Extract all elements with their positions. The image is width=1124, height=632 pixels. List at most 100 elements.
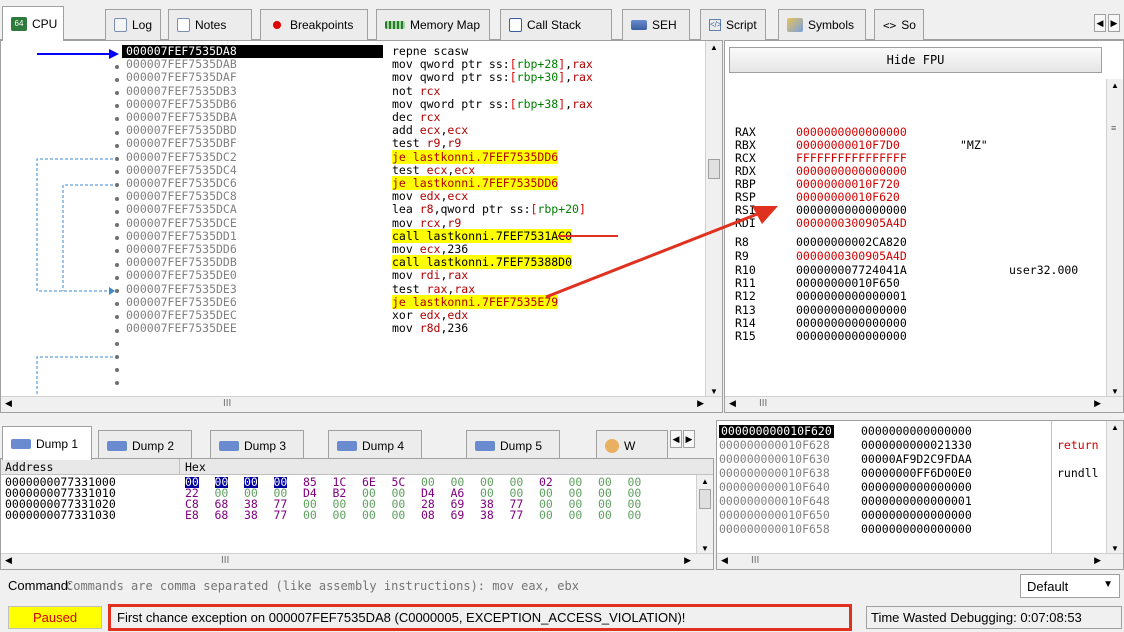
disasm-instruction[interactable]: test rax,rax: [392, 282, 475, 296]
disasm-instruction[interactable]: mov edx,ecx: [392, 189, 468, 203]
disasm-instruction[interactable]: mov rcx,r9: [392, 216, 461, 230]
register-value[interactable]: 0000000000000000: [796, 164, 907, 178]
register-value[interactable]: 000000007724041A: [796, 263, 907, 277]
command-mode-select[interactable]: Default ▼: [1020, 574, 1120, 598]
register-value[interactable]: FFFFFFFFFFFFFFFF: [796, 151, 907, 165]
disasm-instruction[interactable]: call lastkonni.7FEF7531AC0: [392, 228, 573, 243]
tab-dump-4[interactable]: Dump 4: [328, 430, 422, 460]
stack-value[interactable]: 00000000FF6D00E0: [861, 466, 972, 480]
register-value[interactable]: 0000000000000000: [796, 203, 907, 217]
disassembly-pane[interactable]: 000007FEF7535DA8 repne scasw 000007FEF7535…: [0, 40, 723, 413]
disasm-address[interactable]: 000007FEF7535DC4: [126, 163, 237, 177]
column-header-hex[interactable]: Hex: [185, 460, 206, 474]
stack-address[interactable]: 000000000010F658: [719, 522, 830, 536]
register-name[interactable]: RDI: [735, 216, 756, 230]
disasm-address[interactable]: 000007FEF7535DAB: [126, 57, 237, 71]
tab-cpu[interactable]: 64 CPU: [2, 6, 64, 41]
disasm-address[interactable]: 000007FEF7535DB3: [126, 84, 237, 98]
dump-address[interactable]: 0000000077331030: [5, 509, 116, 521]
tab-call-stack[interactable]: Call Stack: [500, 9, 612, 40]
disasm-instruction[interactable]: mov rdi,rax: [392, 269, 468, 282]
register-name[interactable]: RDX: [735, 164, 756, 178]
dump-byte[interactable]: 00: [628, 509, 642, 521]
dump-byte[interactable]: 00: [362, 509, 376, 521]
dump-byte[interactable]: 00: [333, 509, 347, 521]
register-name[interactable]: RCX: [735, 151, 756, 165]
register-value[interactable]: 00000000010F650: [796, 276, 900, 290]
disasm-address[interactable]: 000007FEF7535DE3: [126, 282, 237, 296]
disassembly-vertical-scrollbar[interactable]: ▲ ▼: [705, 41, 722, 398]
disasm-instruction[interactable]: lea r8,qword ptr ss:[rbp+20]: [392, 203, 586, 216]
dump-byte[interactable]: 00: [598, 509, 612, 521]
dump-byte[interactable]: 38: [480, 509, 494, 521]
dump-byte[interactable]: 77: [510, 509, 524, 521]
stack-value[interactable]: 0000000000000001: [861, 494, 972, 508]
stack-value[interactable]: 0000000000000000: [861, 480, 972, 494]
stack-horizontal-scrollbar[interactable]: ◀ III ▶: [717, 553, 1123, 569]
disasm-instruction[interactable]: je lastkonni.7FEF7535E79: [392, 294, 559, 309]
hide-fpu-button[interactable]: Hide FPU: [729, 47, 1102, 73]
register-value[interactable]: 0000000000000000: [796, 125, 907, 139]
disasm-instruction[interactable]: call lastkonni.7FEF75388D0: [392, 255, 573, 270]
disasm-instruction[interactable]: mov qword ptr ss:[rbp+28],rax: [392, 57, 593, 71]
register-name[interactable]: R9: [735, 249, 749, 263]
disasm-address[interactable]: 000007FEF7535DE6: [126, 295, 237, 309]
disassembly-horizontal-scrollbar[interactable]: ◀ III ▶: [1, 396, 722, 412]
registers-vertical-scrollbar[interactable]: ▲ ≡ ▼: [1106, 79, 1123, 398]
hex-dump-pane[interactable]: Address Hex 0000000077331000 00 00 00 00 85 1C…: [0, 458, 714, 570]
stack-value[interactable]: 0000000000000000: [861, 424, 972, 438]
registers-pane[interactable]: Hide FPU RAX 0000000000000000 RBX 000000000…: [724, 40, 1124, 413]
tab-breakpoints[interactable]: Breakpoints: [260, 9, 368, 40]
stack-address[interactable]: 000000000010F620: [719, 424, 834, 439]
disasm-address[interactable]: 000007FEF7535DC8: [126, 189, 237, 203]
tab-scroll-right-button[interactable]: ▶: [1108, 14, 1120, 32]
dump-byte[interactable]: 00: [303, 509, 317, 521]
disasm-address[interactable]: 000007FEF7535DE0: [126, 269, 237, 282]
dump-byte[interactable]: 00: [539, 509, 553, 521]
tab-symbols[interactable]: Symbols: [778, 9, 866, 40]
register-name[interactable]: R15: [735, 329, 756, 343]
disasm-instruction[interactable]: mov qword ptr ss:[rbp+30],rax: [392, 71, 593, 84]
dump-horizontal-scrollbar[interactable]: ◀ III ▶: [1, 553, 713, 569]
tab-notes[interactable]: Notes: [168, 9, 252, 40]
stack-pane[interactable]: 000000000010F620 0000000000000000 00000000…: [716, 420, 1124, 570]
column-header-address[interactable]: Address: [5, 460, 53, 474]
register-name[interactable]: RSI: [735, 203, 756, 217]
register-value[interactable]: 00000000010F620: [796, 190, 900, 204]
disasm-address[interactable]: 000007FEF7535DCA: [126, 203, 237, 216]
register-name[interactable]: RBX: [735, 138, 756, 152]
dump-tab-scroll-right[interactable]: ▶: [683, 430, 695, 448]
stack-vertical-scrollbar[interactable]: ▲ ▼: [1106, 421, 1123, 555]
tab-watch[interactable]: W: [596, 430, 668, 460]
disasm-address[interactable]: 000007FEF7535DC2: [126, 150, 237, 164]
register-value[interactable]: 00000000010F7D0: [796, 138, 900, 152]
dump-byte[interactable]: 77: [274, 509, 288, 521]
dump-byte[interactable]: 08: [421, 509, 435, 521]
tab-seh[interactable]: SEH: [622, 9, 690, 40]
disasm-address[interactable]: 000007FEF7535DD1: [126, 229, 237, 243]
stack-address[interactable]: 000000000010F648: [719, 494, 830, 508]
tab-dump-2[interactable]: Dump 2: [98, 430, 192, 460]
stack-value[interactable]: 0000000000021330: [861, 438, 972, 452]
stack-value[interactable]: 00000AF9D2C9FDAA: [861, 452, 972, 466]
stack-value[interactable]: 0000000000000000: [861, 522, 972, 536]
register-name[interactable]: R11: [735, 276, 756, 290]
register-value[interactable]: 0000000000000000: [796, 303, 907, 317]
tab-log[interactable]: Log: [105, 9, 161, 40]
registers-horizontal-scrollbar[interactable]: ◀ III ▶: [725, 396, 1123, 412]
stack-address[interactable]: 000000000010F638: [719, 466, 830, 480]
tab-dump-5[interactable]: Dump 5: [466, 430, 560, 460]
dump-byte[interactable]: 38: [244, 509, 258, 521]
disasm-address[interactable]: 000007FEF7535DB6: [126, 97, 237, 111]
register-value[interactable]: 00000000002CA820: [796, 235, 907, 249]
stack-address[interactable]: 000000000010F650: [719, 508, 830, 522]
stack-address[interactable]: 000000000010F628: [719, 438, 830, 452]
dump-vertical-scrollbar[interactable]: ▲ ▼: [696, 475, 713, 555]
register-name[interactable]: RAX: [735, 125, 756, 139]
disasm-instruction[interactable]: mov r8d,236: [392, 321, 468, 335]
dump-byte[interactable]: 68: [215, 509, 229, 521]
register-value[interactable]: 0000000300905A4D: [796, 249, 907, 263]
command-input[interactable]: [66, 574, 1016, 598]
register-name[interactable]: R13: [735, 303, 756, 317]
dump-byte[interactable]: 00: [569, 509, 583, 521]
